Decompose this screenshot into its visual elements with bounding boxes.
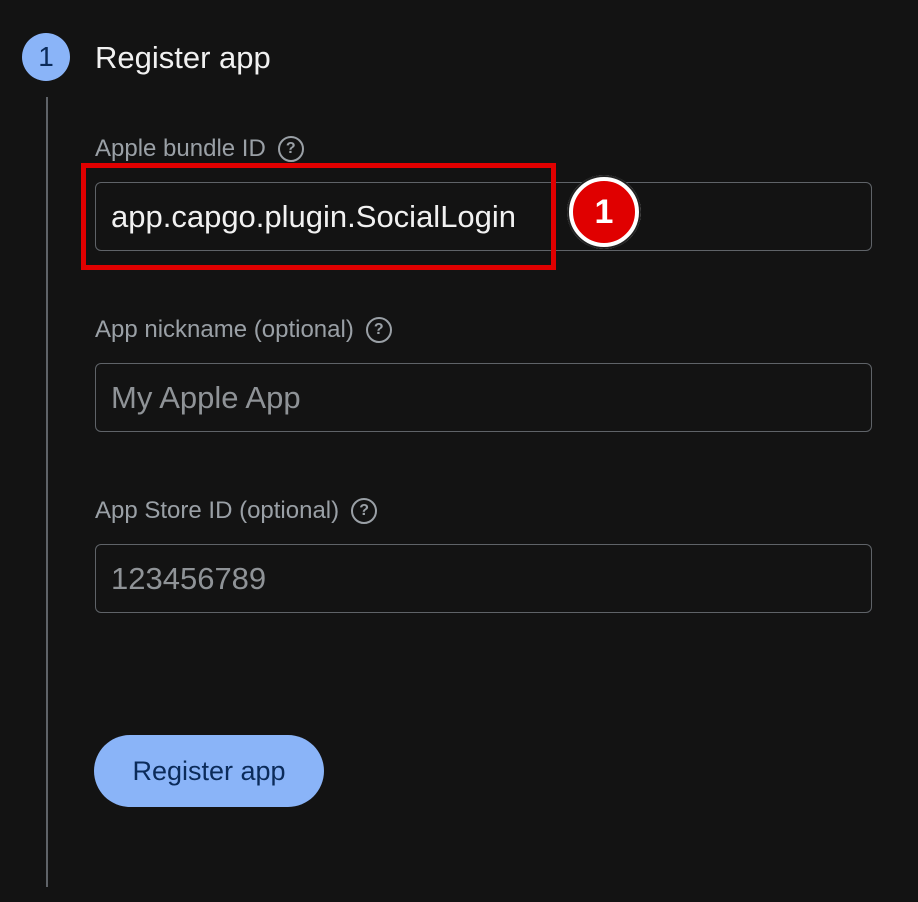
help-icon[interactable]: ? — [351, 498, 378, 524]
bundle-id-label: Apple bundle ID ? — [95, 134, 304, 164]
store-id-label: App Store ID (optional) ? — [95, 496, 378, 526]
store-id-label-text: App Store ID (optional) — [95, 497, 340, 524]
nickname-input[interactable]: My Apple App — [95, 363, 872, 432]
help-icon[interactable]: ? — [365, 317, 392, 343]
annotation-number-badge: 1 — [567, 175, 641, 249]
step-number-badge: 1 — [22, 33, 70, 81]
annotation-highlight-box — [81, 163, 556, 270]
step-connector-line — [46, 97, 48, 887]
help-icon[interactable]: ? — [277, 136, 304, 162]
store-id-input-placeholder: 123456789 — [111, 560, 267, 596]
nickname-label: App nickname (optional) ? — [95, 315, 392, 345]
bundle-id-label-text: Apple bundle ID — [95, 135, 266, 162]
annotation-badge-number: 1 — [571, 179, 637, 245]
nickname-input-placeholder: My Apple App — [111, 379, 301, 415]
nickname-label-text: App nickname (optional) — [95, 316, 354, 343]
store-id-input[interactable]: 123456789 — [95, 544, 872, 613]
step-title: Register app — [95, 40, 271, 75]
register-app-button[interactable]: Register app — [94, 735, 324, 807]
